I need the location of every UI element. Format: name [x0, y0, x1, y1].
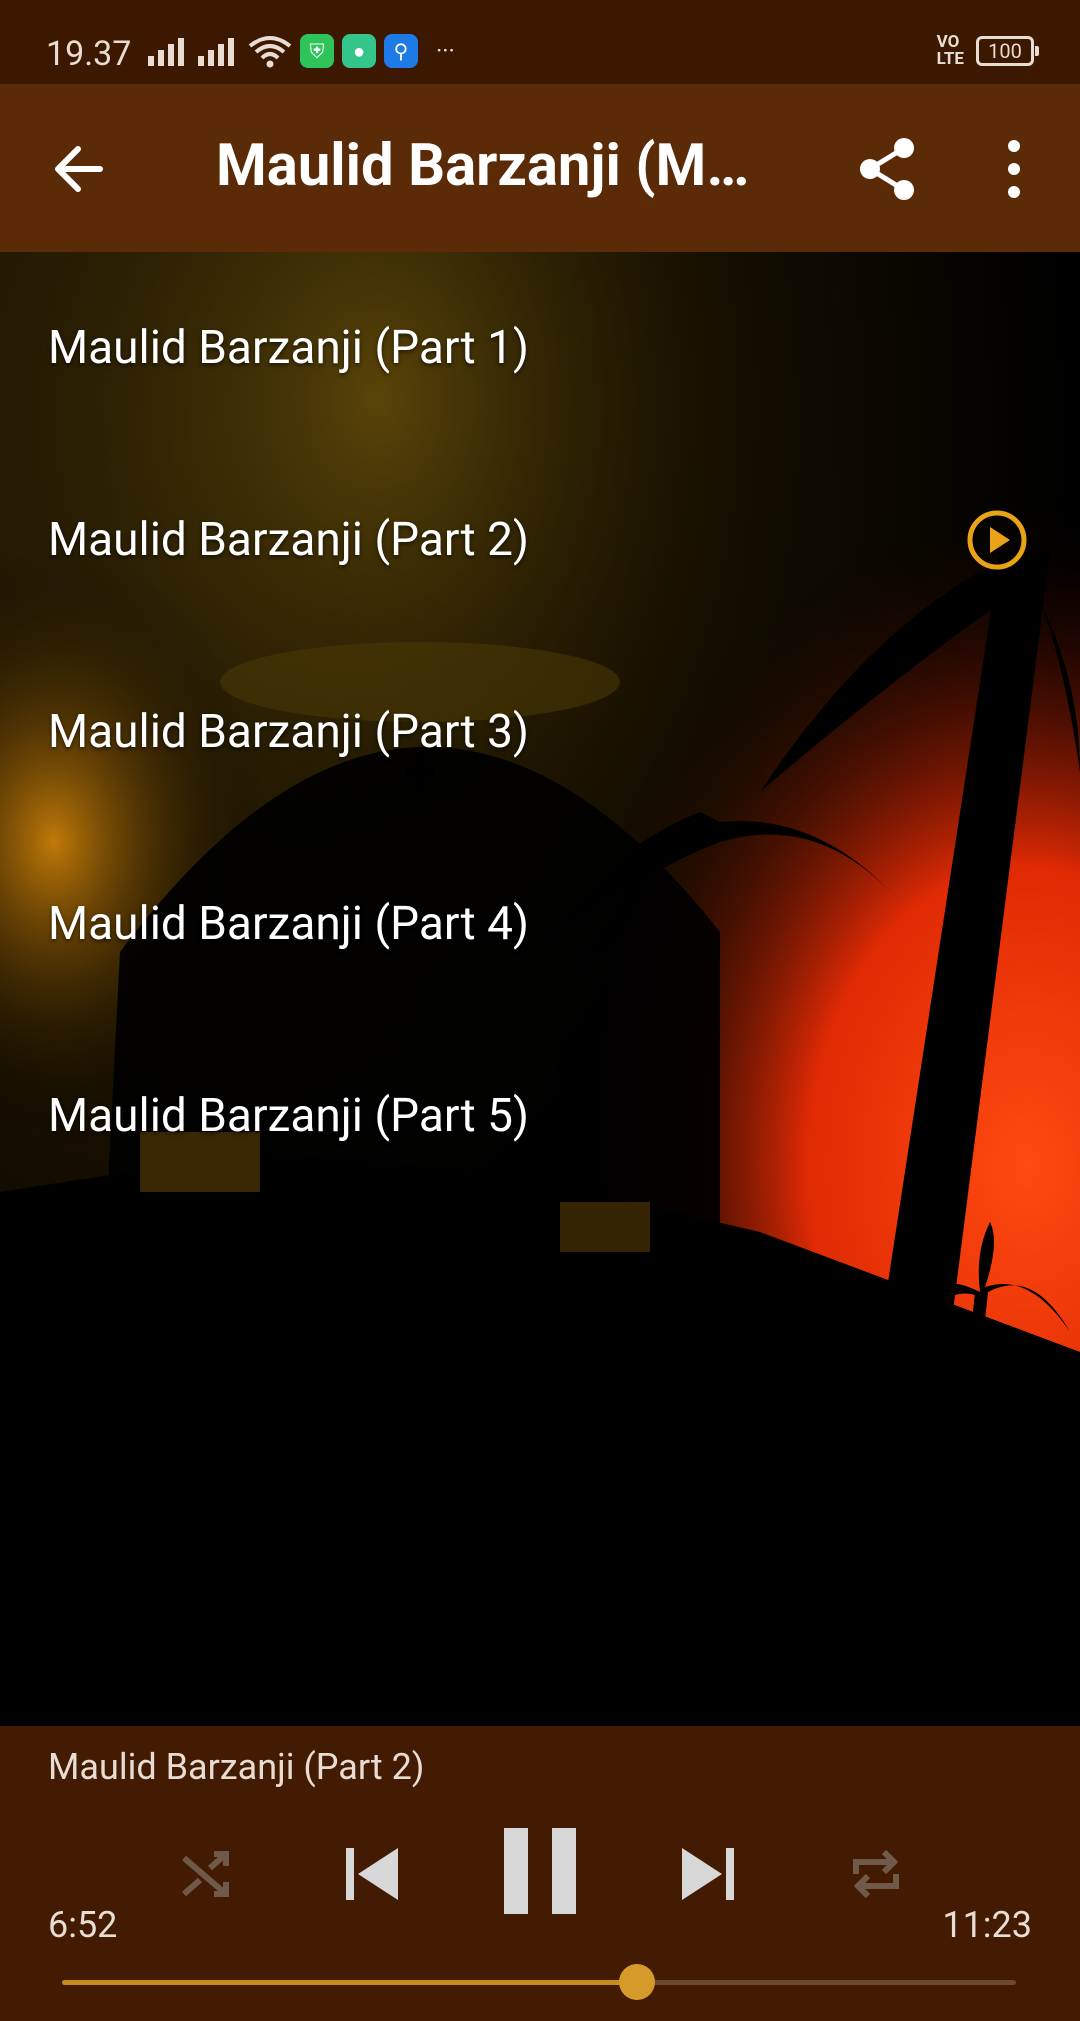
skip-next-icon[interactable]	[676, 1842, 740, 1906]
track-title: Maulid Barzanji (Part 5)	[48, 1089, 529, 1143]
wifi-icon	[248, 36, 292, 68]
track-title: Maulid Barzanji (Part 4)	[48, 897, 529, 951]
status-bar: 19.37 ⛨ ● ⚲ ··· VO LTE 100	[0, 0, 1080, 84]
total-duration: 11:23	[942, 1904, 1032, 1946]
track-list: Maulid Barzanji (Part 1) Maulid Barzanji…	[0, 252, 1080, 1212]
list-item[interactable]: Maulid Barzanji (Part 2)	[0, 444, 1080, 636]
page-title: Maulid Barzanji (Mp3)	[216, 132, 776, 200]
status-right: VO LTE 100	[936, 32, 1039, 69]
player-panel: Maulid Barzanji (Part 2) 6:52 11:23	[0, 1726, 1080, 2021]
list-item[interactable]: Maulid Barzanji (Part 4)	[0, 828, 1080, 1020]
status-time: 19.37	[46, 34, 132, 74]
skip-previous-icon[interactable]	[340, 1842, 404, 1906]
app-bar: Maulid Barzanji (Mp3)	[0, 84, 1080, 252]
elapsed-time: 6:52	[48, 1904, 118, 1946]
more-notifications: ···	[436, 37, 455, 65]
share-button[interactable]	[854, 134, 924, 204]
list-item[interactable]: Maulid Barzanji (Part 3)	[0, 636, 1080, 828]
progress-slider[interactable]	[62, 1964, 1016, 2000]
track-title: Maulid Barzanji (Part 1)	[48, 321, 529, 375]
track-title: Maulid Barzanji (Part 3)	[48, 705, 529, 759]
track-title: Maulid Barzanji (Part 2)	[48, 513, 529, 567]
list-item[interactable]: Maulid Barzanji (Part 5)	[0, 1020, 1080, 1212]
more-options-button[interactable]	[984, 134, 1044, 204]
more-vertical-icon	[1008, 140, 1020, 198]
back-button[interactable]	[44, 134, 114, 204]
share-icon	[860, 138, 914, 200]
signal-icon	[148, 36, 184, 66]
volte-indicator: VO LTE	[936, 32, 964, 69]
usb-icon: ⚲	[384, 34, 418, 68]
battery-icon: 100	[976, 36, 1039, 66]
chat-app-icon: ●	[342, 34, 376, 68]
progress-thumb[interactable]	[619, 1964, 656, 2000]
pause-icon[interactable]	[502, 1828, 578, 1914]
progress-fill	[62, 1980, 638, 1985]
arrow-left-icon	[55, 146, 103, 192]
shuffle-icon[interactable]	[176, 1844, 236, 1904]
play-circle-icon[interactable]	[966, 509, 1028, 571]
repeat-icon[interactable]	[846, 1844, 906, 1904]
shield-app-icon: ⛨	[300, 34, 334, 68]
battery-level: 100	[988, 39, 1022, 63]
status-icons: ⛨ ● ⚲ ···	[148, 34, 455, 68]
list-item[interactable]: Maulid Barzanji (Part 1)	[0, 252, 1080, 444]
now-playing-title: Maulid Barzanji (Part 2)	[48, 1746, 425, 1788]
signal-icon	[198, 36, 234, 66]
